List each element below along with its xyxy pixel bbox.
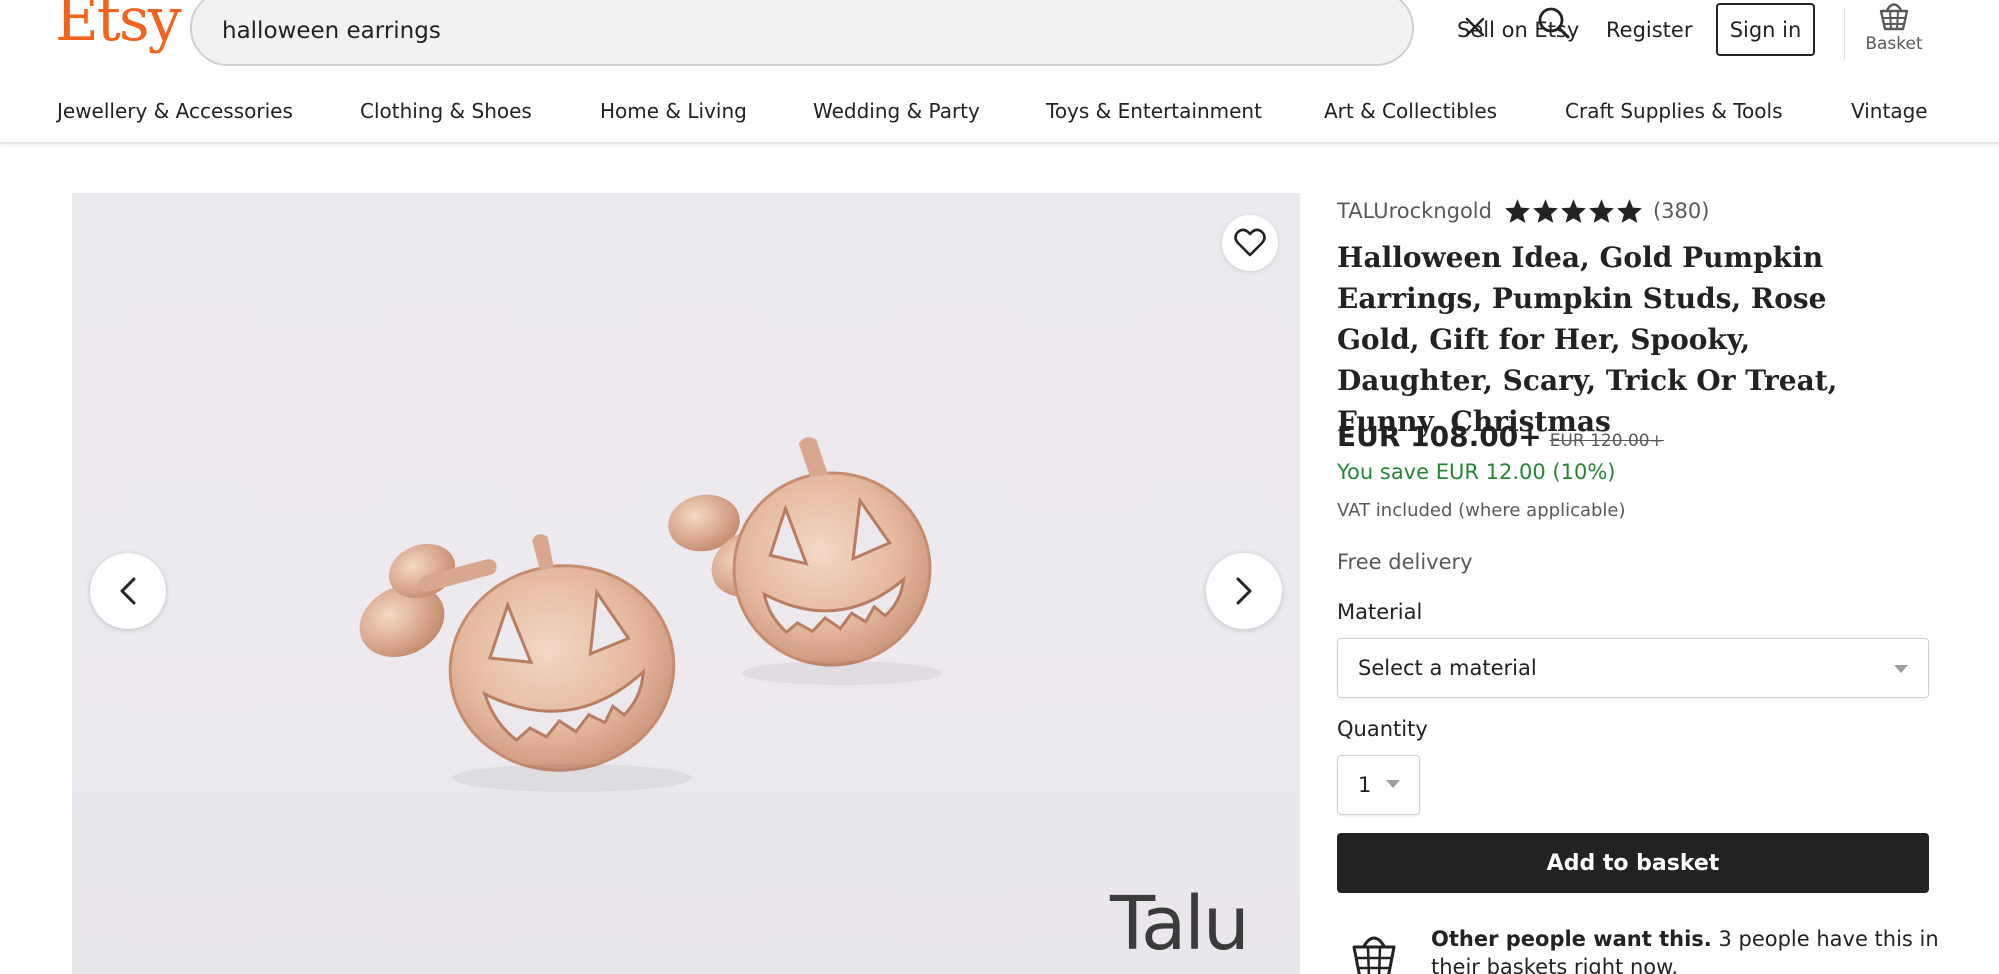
previous-image-button[interactable] (90, 553, 166, 629)
basket-icon (1352, 936, 1396, 974)
delivery-info: Free delivery (1337, 550, 1473, 574)
header: Etsy halloween earrings Sell on Etsy Reg… (0, 0, 1999, 66)
seller-name-link[interactable]: TALUrockngold (1337, 199, 1492, 223)
original-price: EUR 120.00+ (1549, 431, 1664, 451)
product-title: Halloween Idea, Gold Pumpkin Earrings, P… (1337, 241, 1838, 438)
star-icon (1589, 199, 1614, 223)
current-price: EUR 108.00+ (1337, 420, 1542, 453)
category-toys[interactable]: Toys & Entertainment (1046, 99, 1262, 123)
product-image-gallery[interactable]: Talu (72, 193, 1300, 974)
star-icon (1533, 199, 1558, 223)
category-craft[interactable]: Craft Supplies & Tools (1565, 99, 1783, 123)
chevron-down-icon (1894, 665, 1908, 673)
category-clothing[interactable]: Clothing & Shoes (360, 99, 532, 123)
category-art[interactable]: Art & Collectibles (1324, 99, 1497, 123)
review-count[interactable]: (380) (1653, 199, 1709, 223)
shop-watermark: Talu (1110, 881, 1250, 967)
category-jewellery[interactable]: Jewellery & Accessories (57, 99, 293, 123)
favorite-button[interactable] (1222, 215, 1278, 271)
product-photo (359, 437, 942, 792)
etsy-logo[interactable]: Etsy (55, 0, 182, 50)
register-link[interactable]: Register (1606, 18, 1692, 42)
material-select[interactable]: Select a material (1337, 638, 1929, 698)
next-image-button[interactable] (1206, 553, 1282, 629)
category-vintage[interactable]: Vintage (1851, 99, 1928, 123)
rating-stars[interactable] (1504, 198, 1643, 224)
category-home[interactable]: Home & Living (600, 99, 747, 123)
demand-notice: Other people want this. 3 people have th… (1337, 918, 1967, 974)
heart-icon (1234, 228, 1266, 257)
category-wedding[interactable]: Wedding & Party (813, 99, 980, 123)
chevron-down-icon (1386, 780, 1400, 788)
sell-on-etsy-link[interactable]: Sell on Etsy (1457, 18, 1579, 42)
vat-note: VAT included (where applicable) (1337, 500, 1626, 521)
star-icon (1561, 199, 1586, 223)
chevron-right-icon (1236, 577, 1252, 605)
search-input[interactable]: halloween earrings (222, 18, 441, 44)
header-divider (1844, 8, 1845, 60)
material-label: Material (1337, 600, 1423, 624)
basket-icon (1879, 3, 1909, 31)
price-row: EUR 108.00+ EUR 120.00+ (1337, 420, 1664, 453)
add-to-basket-button[interactable]: Add to basket (1337, 833, 1929, 893)
demand-text: Other people want this. 3 people have th… (1431, 925, 1951, 974)
quantity-select[interactable]: 1 (1337, 755, 1420, 815)
quantity-label: Quantity (1337, 717, 1428, 741)
quantity-select-value: 1 (1358, 773, 1372, 797)
basket-button[interactable]: Basket (1862, 0, 1926, 64)
basket-label: Basket (1865, 34, 1923, 54)
sign-in-button[interactable]: Sign in (1716, 3, 1815, 56)
material-select-value: Select a material (1358, 656, 1537, 680)
star-icon (1505, 199, 1530, 223)
search-bar[interactable]: halloween earrings (190, 0, 1570, 66)
savings-text: You save EUR 12.00 (10%) (1337, 460, 1616, 484)
seller-rating-row: TALUrockngold (380) (1337, 196, 1709, 226)
chevron-left-icon (120, 577, 136, 605)
demand-bold-text: Other people want this. (1431, 927, 1712, 951)
category-nav: Jewellery & Accessories Clothing & Shoes… (0, 90, 1999, 144)
star-icon (1617, 199, 1642, 223)
